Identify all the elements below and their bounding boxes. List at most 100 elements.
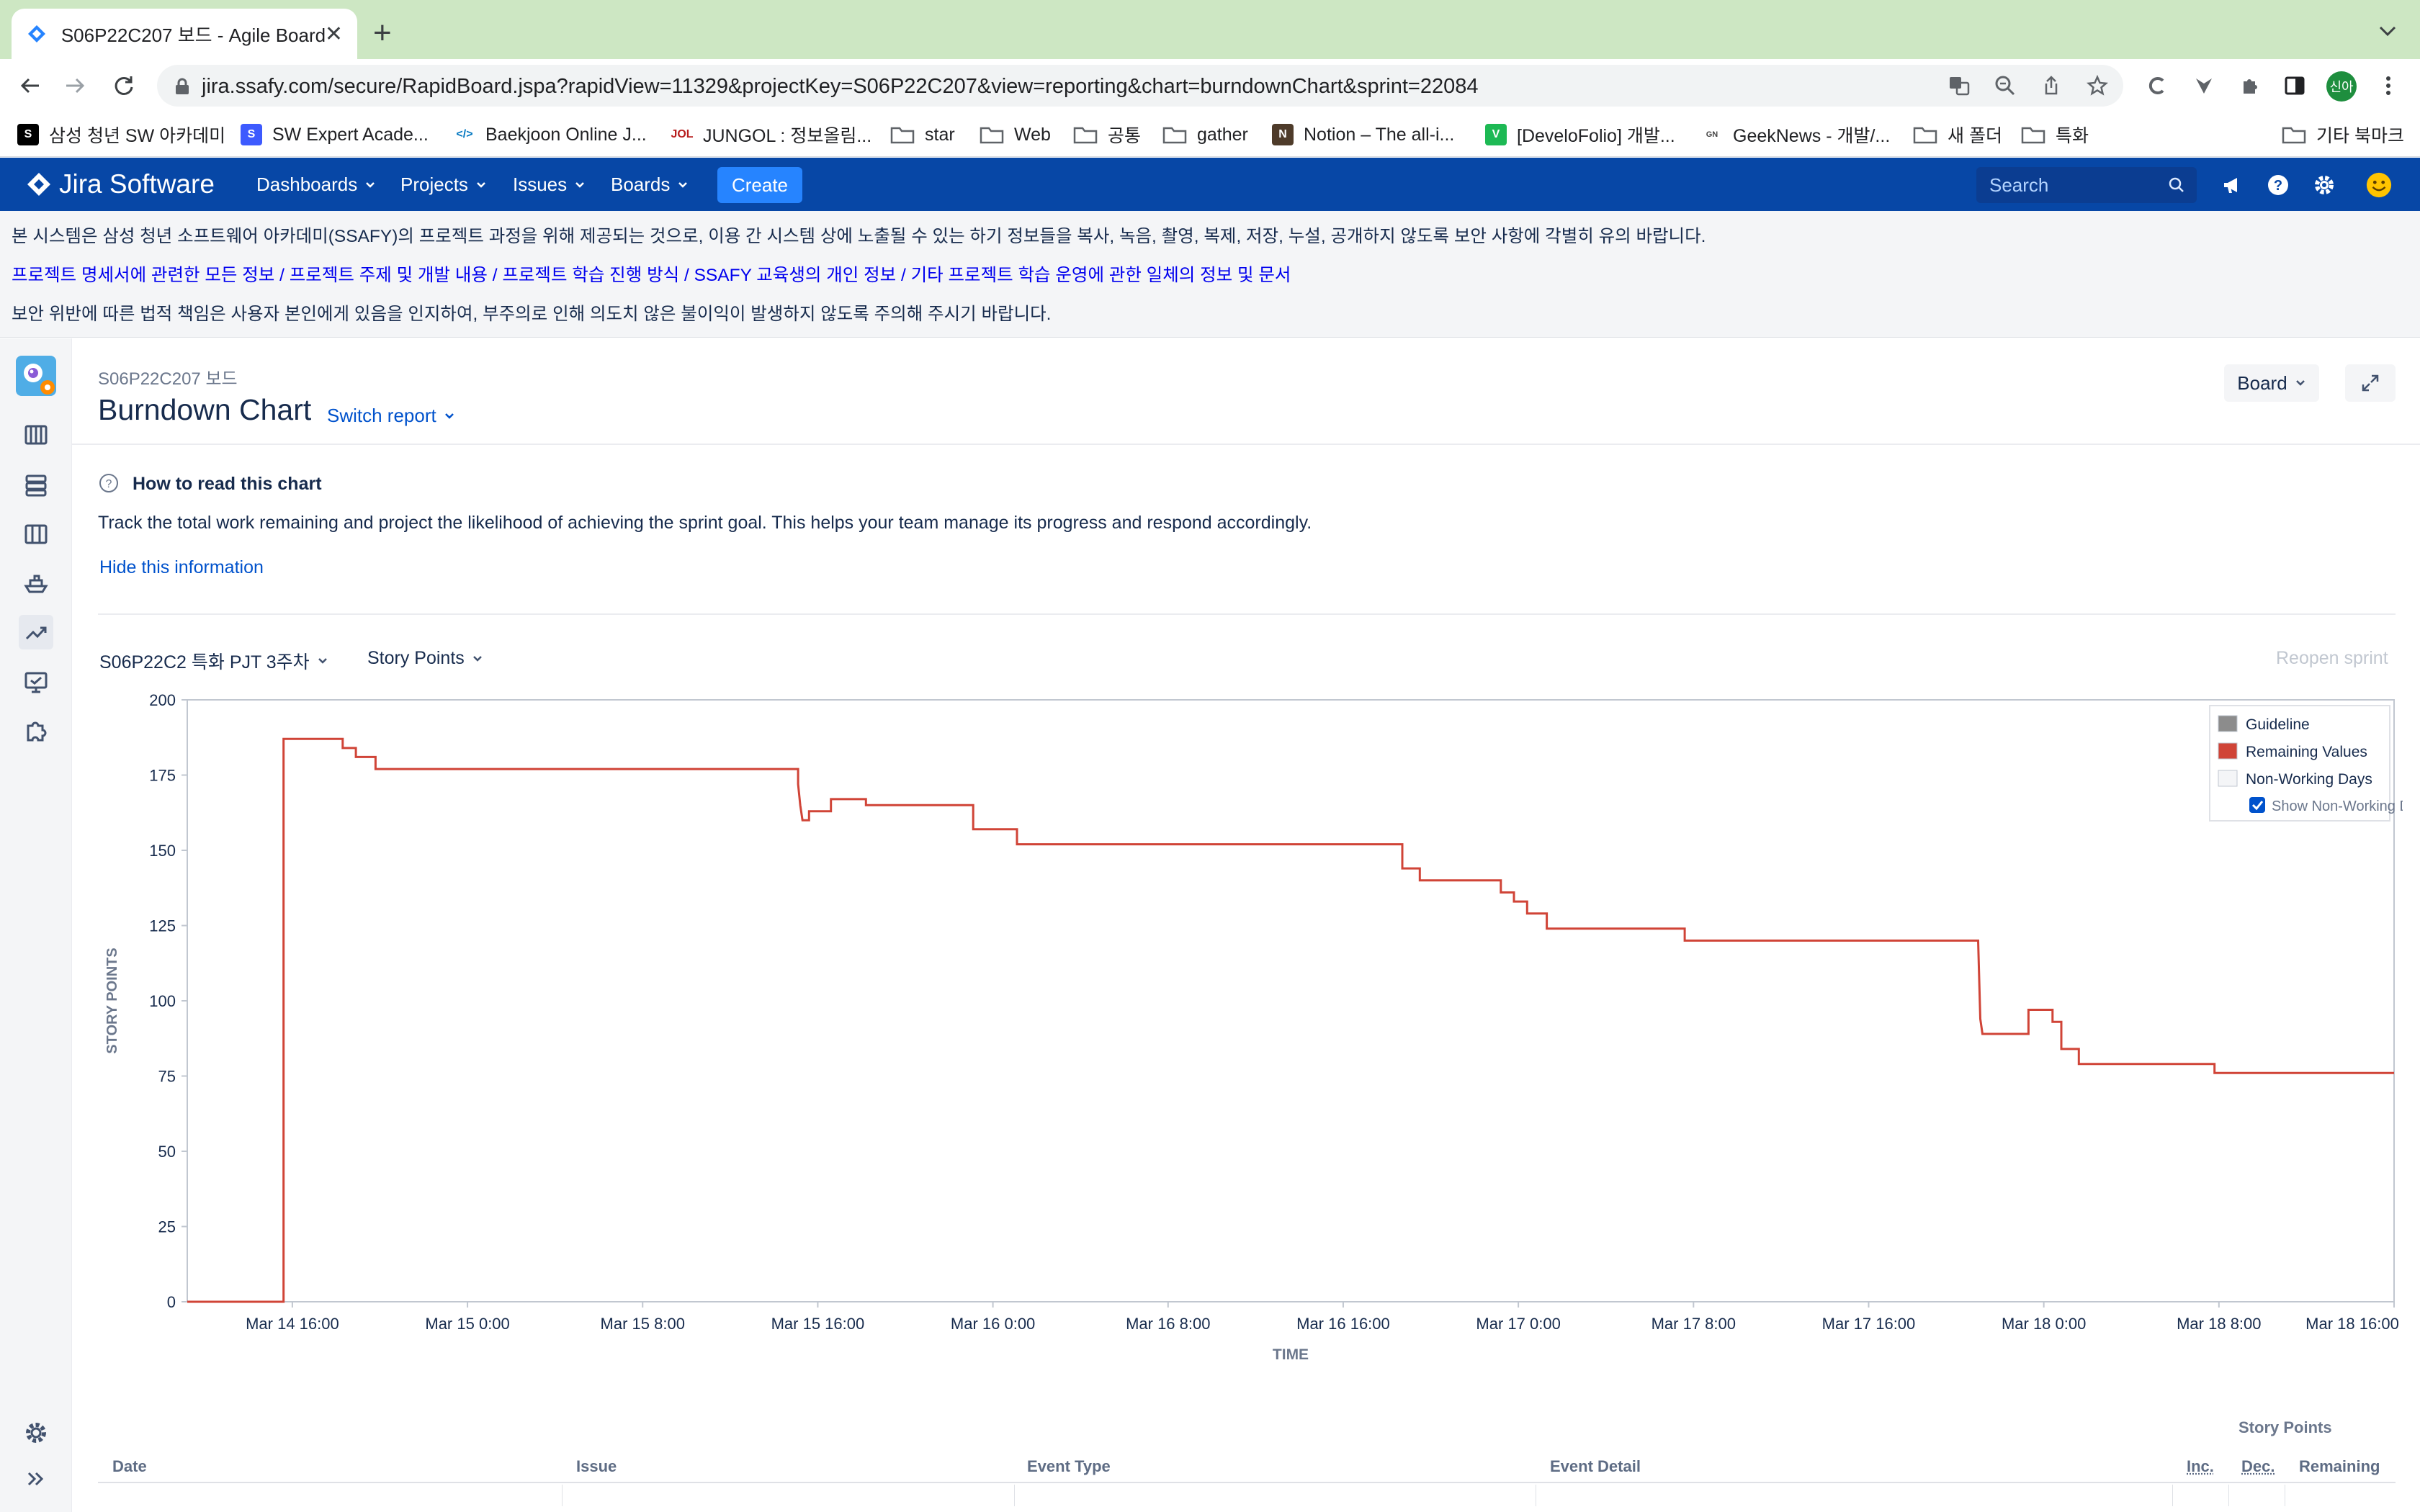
column-separator — [2228, 1485, 2229, 1506]
geeknews-icon: GN — [1706, 130, 1718, 139]
reopen-sprint-button[interactable]: Reopen sprint — [2276, 648, 2388, 669]
browser-tab[interactable]: S06P22C207 보드 - Agile Board ✕ — [12, 9, 357, 59]
y-tick-label: 25 — [158, 1218, 176, 1236]
bookmark-folder-special[interactable]: 특화 — [2021, 122, 2089, 147]
project-avatar[interactable] — [16, 356, 56, 396]
tab-title: S06P22C207 보드 - Agile Board — [60, 24, 325, 46]
side-panel-icon[interactable] — [2280, 71, 2309, 100]
folder-icon — [890, 127, 915, 144]
bookmark-folder-gather[interactable]: gather — [1162, 122, 1248, 147]
notifications-megaphone-icon[interactable] — [2218, 171, 2246, 199]
breadcrumb[interactable]: S06P22C207 보드 — [98, 364, 238, 390]
url-text: jira.ssafy.com/secure/RapidBoard.jspa?ra… — [202, 75, 1479, 98]
notice-line-1: 본 시스템은 삼성 청년 소프트웨어 아카데미(SSAFY)의 프로젝트 과정을… — [12, 227, 1706, 246]
x-tick-label: Mar 14 16:00 — [246, 1315, 339, 1333]
bookmark-baekjoon[interactable]: </> Baekjoon Online J... — [454, 122, 646, 147]
bookmark-folder-web[interactable]: Web — [980, 122, 1051, 147]
plot-area — [187, 699, 2395, 1302]
bookmark-notion[interactable]: N Notion – The all-i... — [1272, 122, 1454, 147]
help-title: How to read this chart — [133, 474, 322, 494]
roadmap-icon[interactable] — [19, 418, 53, 452]
security-notice-banner: 본 시스템은 삼성 청년 소프트웨어 아카데미(SSAFY)의 프로젝트 과정을… — [0, 211, 2420, 338]
user-avatar-smiley-icon[interactable] — [2365, 171, 2393, 199]
fullscreen-button[interactable] — [2345, 364, 2396, 402]
bookmark-geeknews[interactable]: GN GeekNews - 개발/... — [1701, 122, 1891, 147]
nav-issues[interactable]: Issues — [513, 174, 586, 196]
translate-icon[interactable] — [1948, 74, 1971, 97]
column-separator — [2172, 1485, 2173, 1506]
x-tick-label: Mar 18 8:00 — [2177, 1315, 2261, 1333]
back-icon[interactable] — [16, 71, 45, 100]
board-dropdown-button[interactable]: Board — [2224, 364, 2319, 402]
jira-diamond-icon — [27, 173, 50, 196]
settings-gear-icon[interactable] — [2311, 171, 2338, 199]
new-tab-icon[interactable]: + — [373, 17, 392, 49]
column-issue[interactable]: Issue — [576, 1457, 617, 1476]
column-decrease[interactable]: Dec. — [2241, 1457, 2275, 1476]
reports-chart-icon[interactable] — [19, 615, 53, 649]
profile-avatar[interactable]: 신아 — [2326, 71, 2357, 102]
search-input[interactable] — [1989, 173, 2162, 197]
svg-text:?: ? — [2274, 178, 2282, 194]
sprint-selector[interactable]: S06P22C2 특화 PJT 3주차 — [99, 648, 328, 674]
story-points-group-header: Story Points — [2238, 1418, 2332, 1436]
folder-icon — [2021, 127, 2045, 144]
expand-sidebar-icon[interactable] — [19, 1462, 53, 1496]
page-title: Burndown Chart — [98, 393, 312, 426]
project-settings-gear-icon[interactable] — [19, 1416, 53, 1450]
browser-tab-bar: S06P22C207 보드 - Agile Board ✕ + — [0, 0, 2420, 59]
active-sprints-board-icon[interactable] — [19, 517, 53, 552]
bookmark-folder-new[interactable]: 새 폴더 — [1913, 122, 2002, 147]
add-ons-puzzle-icon[interactable] — [19, 714, 53, 749]
share-icon[interactable] — [2040, 74, 2063, 97]
bookmark-folder-star[interactable]: star — [890, 122, 955, 147]
nav-boards[interactable]: Boards — [611, 174, 689, 196]
backlog-icon[interactable] — [19, 468, 53, 503]
extensions-puzzle-icon[interactable] — [2236, 71, 2264, 100]
project-sidebar — [0, 338, 72, 1512]
jira-search[interactable] — [1976, 167, 2197, 203]
bookmark-ssafy[interactable]: S 삼성 청년 SW 아카데미 — [17, 122, 225, 147]
forward-icon[interactable] — [60, 71, 89, 100]
legend-label: Non-Working Days — [2246, 771, 2372, 788]
bookmark-folder-common[interactable]: 공통 — [1073, 122, 1141, 147]
column-separator — [562, 1485, 563, 1506]
chevron-down-icon — [678, 181, 688, 188]
nav-projects[interactable]: Projects — [400, 174, 487, 196]
column-event-type[interactable]: Event Type — [1027, 1457, 1111, 1476]
x-tick-label: Mar 17 8:00 — [1652, 1315, 1736, 1333]
bookmark-folder-other[interactable]: 기타 북마크 — [2282, 122, 2404, 147]
nav-dashboards[interactable]: Dashboards — [256, 174, 376, 196]
extension-c-icon[interactable] — [2143, 71, 2172, 100]
reload-icon[interactable] — [109, 71, 138, 100]
bookmark-jungol[interactable]: JOL JUNGOL : 정보올림... — [671, 122, 871, 147]
zoom-icon[interactable] — [1994, 74, 2017, 97]
address-bar[interactable]: jira.ssafy.com/secure/RapidBoard.jspa?ra… — [157, 65, 2123, 107]
column-increase[interactable]: Inc. — [2187, 1457, 2214, 1476]
y-tick-label: 50 — [158, 1143, 176, 1161]
bookmark-swexpert[interactable]: S SW Expert Acade... — [241, 122, 429, 147]
switch-report-dropdown[interactable]: Switch report — [327, 405, 455, 427]
create-button[interactable]: Create — [717, 167, 802, 203]
hide-info-link[interactable]: Hide this information — [99, 557, 264, 578]
x-tick-label: Mar 15 8:00 — [601, 1315, 685, 1333]
jira-favicon-icon — [26, 22, 48, 45]
bookmark-develofolio[interactable]: V [DeveloFolio] 개발... — [1485, 122, 1675, 147]
column-event-detail[interactable]: Event Detail — [1550, 1457, 1641, 1476]
releases-ship-icon[interactable] — [19, 566, 53, 600]
extension-v-icon[interactable] — [2190, 71, 2218, 100]
info-divider — [98, 613, 2396, 615]
y-tick-label: 200 — [149, 691, 176, 709]
estimation-metric-selector[interactable]: Story Points — [367, 648, 483, 669]
chevron-down-icon — [444, 413, 454, 419]
search-icon[interactable] — [2168, 176, 2185, 194]
chrome-menu-icon[interactable] — [2374, 71, 2403, 100]
tab-close-icon[interactable]: ✕ — [325, 22, 343, 47]
issues-monitor-icon[interactable] — [19, 665, 53, 700]
bookmark-star-icon[interactable] — [2086, 74, 2109, 97]
tab-search-chevron-icon[interactable] — [2375, 19, 2400, 43]
jira-logo[interactable]: Jira Software — [26, 169, 215, 199]
column-date[interactable]: Date — [112, 1457, 147, 1476]
help-icon[interactable]: ? — [2264, 171, 2292, 199]
column-remaining[interactable]: Remaining — [2299, 1457, 2380, 1476]
